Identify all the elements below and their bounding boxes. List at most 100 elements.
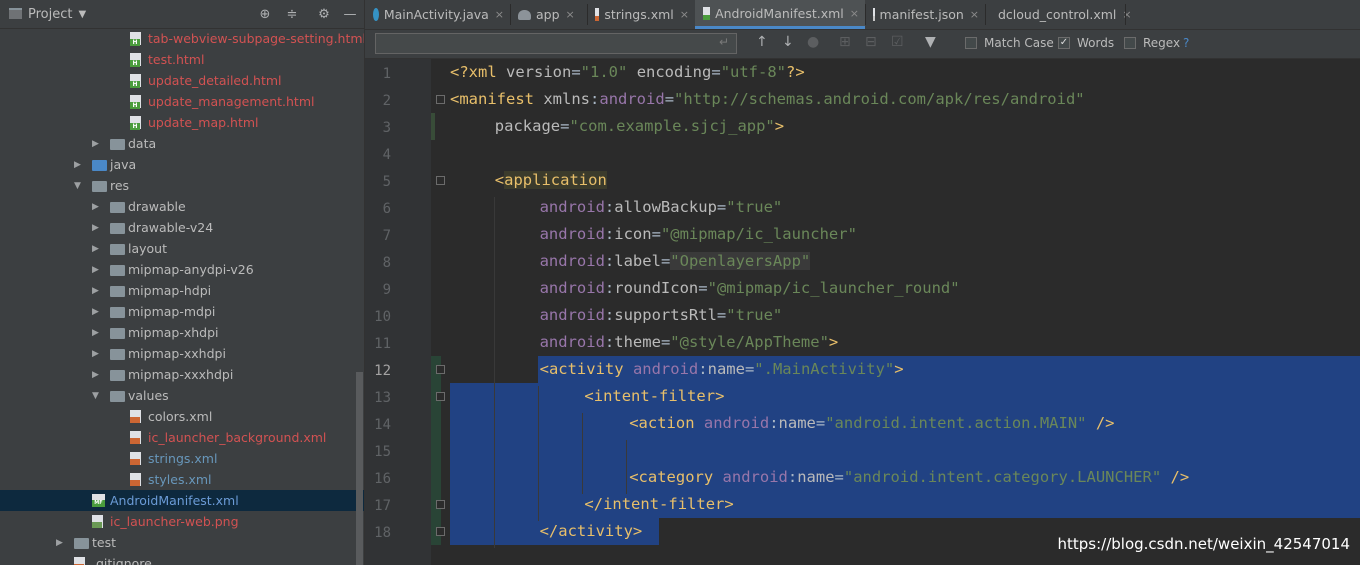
tree-item[interactable]: ▶ mipmap-xxxhdpi bbox=[0, 364, 364, 385]
search-input[interactable] bbox=[375, 33, 737, 54]
chevron-right-icon[interactable]: ▶ bbox=[92, 223, 102, 233]
tree-item[interactable]: ▶ mipmap-mdpi bbox=[0, 301, 364, 322]
locate-target-icon[interactable]: ⊕ bbox=[256, 5, 274, 23]
remove-occurrence-icon[interactable]: ⊟ bbox=[865, 34, 877, 50]
tab-app[interactable]: app × bbox=[510, 0, 587, 29]
find-all-icon[interactable]: ● bbox=[807, 34, 819, 50]
chevron-right-icon[interactable]: ▶ bbox=[92, 244, 102, 254]
match-case-option[interactable]: Match Case bbox=[965, 36, 1054, 50]
chevron-right-icon[interactable]: ▶ bbox=[92, 265, 102, 275]
code-line[interactable]: <manifest xmlns:android="http://schemas.… bbox=[450, 86, 1085, 113]
tree-item[interactable]: ic_launcher-web.png bbox=[0, 511, 364, 532]
tab-manifest-json[interactable]: manifest.json × bbox=[865, 0, 985, 29]
tree-item[interactable]: ▶ drawable bbox=[0, 196, 364, 217]
tree-item[interactable]: ▶ test bbox=[0, 532, 364, 553]
tree-item[interactable]: AndroidManifest.xml bbox=[0, 490, 364, 511]
code-editor[interactable]: 1 2 3 4 5 6 7 8 9 10 11 12 13 14 15 16 17 18 <?xml versio… bbox=[365, 59, 1360, 565]
tree-item[interactable]: test.html bbox=[0, 49, 364, 70]
previous-occurrence-icon[interactable]: ↑ bbox=[756, 34, 768, 50]
code-line[interactable]: <application bbox=[495, 167, 607, 194]
code-line[interactable]: <category android:name="android.intent.c… bbox=[629, 464, 1189, 491]
tree-item[interactable]: strings.xml bbox=[0, 448, 364, 469]
fold-marker-icon[interactable] bbox=[436, 176, 445, 185]
chevron-right-icon[interactable]: ▶ bbox=[92, 202, 102, 212]
chevron-right-icon[interactable]: ▶ bbox=[92, 286, 102, 296]
tree-item[interactable]: ▼ values bbox=[0, 385, 364, 406]
tree-item[interactable]: colors.xml bbox=[0, 406, 364, 427]
gear-icon[interactable]: ⚙ bbox=[315, 5, 333, 23]
code-line[interactable]: android:supportsRtl="true" bbox=[540, 302, 783, 329]
code-line[interactable]: </activity> bbox=[540, 518, 643, 545]
tree-item[interactable]: .gitignore bbox=[0, 553, 364, 565]
chevron-right-icon[interactable]: ▶ bbox=[92, 349, 102, 359]
tree-item[interactable]: styles.xml bbox=[0, 469, 364, 490]
tree-item[interactable]: ▶ data bbox=[0, 133, 364, 154]
regex-help-link[interactable]: ? bbox=[1183, 36, 1189, 50]
tree-item[interactable]: ▶ drawable-v24 bbox=[0, 217, 364, 238]
tree-item[interactable]: ▼ res bbox=[0, 175, 364, 196]
code-line[interactable]: android:roundIcon="@mipmap/ic_launcher_r… bbox=[540, 275, 960, 302]
tab-dcloud-control-xml[interactable]: dcloud_control.xml × bbox=[985, 0, 1132, 29]
select-all-occurrences-icon[interactable]: ☑ bbox=[891, 34, 904, 50]
fold-marker-icon[interactable] bbox=[436, 95, 445, 104]
code-line[interactable]: <?xml version="1.0" encoding="utf-8"?> bbox=[450, 59, 805, 86]
fold-marker-icon[interactable] bbox=[436, 392, 445, 401]
chevron-down-icon[interactable]: ▼ bbox=[78, 9, 86, 20]
chevron-right-icon[interactable]: ▶ bbox=[92, 139, 102, 149]
tree-item[interactable]: update_detailed.html bbox=[0, 70, 364, 91]
tree-item[interactable]: ▶ mipmap-xhdpi bbox=[0, 322, 364, 343]
code-token: "1.0" bbox=[580, 63, 628, 81]
tree-item[interactable]: ▶ mipmap-anydpi-v26 bbox=[0, 259, 364, 280]
tree-item[interactable]: update_management.html bbox=[0, 91, 364, 112]
code-line[interactable]: android:icon="@mipmap/ic_launcher" bbox=[540, 221, 857, 248]
tree-item[interactable]: ▶ java bbox=[0, 154, 364, 175]
fold-marker-icon[interactable] bbox=[436, 365, 445, 374]
chevron-right-icon[interactable]: ▶ bbox=[56, 538, 66, 548]
change-marker[interactable] bbox=[431, 113, 435, 140]
code-line[interactable]: package="com.example.sjcj_app"> bbox=[495, 113, 784, 140]
tree-item[interactable]: ▶ mipmap-xxhdpi bbox=[0, 343, 364, 364]
code-line[interactable]: </intent-filter> bbox=[584, 491, 733, 518]
fold-marker-icon[interactable] bbox=[436, 500, 445, 509]
match-case-checkbox[interactable] bbox=[965, 37, 977, 49]
tree-item[interactable]: update_map.html bbox=[0, 112, 364, 133]
filter-icon[interactable]: ▼ bbox=[925, 34, 936, 50]
code-line[interactable]: <action android:name="android.intent.act… bbox=[629, 410, 1114, 437]
tree-item[interactable]: ▶ layout bbox=[0, 238, 364, 259]
project-view-selector[interactable]: Project bbox=[28, 7, 72, 22]
regex-option[interactable]: Regex bbox=[1124, 36, 1180, 50]
next-occurrence-icon[interactable]: ↓ bbox=[782, 34, 794, 50]
chevron-down-icon[interactable]: ▼ bbox=[74, 181, 84, 191]
code-line[interactable]: android:theme="@style/AppTheme"> bbox=[540, 329, 839, 356]
close-icon[interactable]: × bbox=[680, 8, 689, 21]
close-icon[interactable]: × bbox=[566, 8, 575, 21]
tree-item[interactable]: ic_launcher_background.xml bbox=[0, 427, 364, 448]
code-line[interactable]: android:label="OpenlayersApp" bbox=[540, 248, 811, 275]
words-checkbox[interactable]: ✓ bbox=[1058, 37, 1070, 49]
code-line[interactable]: android:allowBackup="true" bbox=[540, 194, 783, 221]
tab-androidmanifest-xml[interactable]: AndroidManifest.xml × bbox=[695, 0, 865, 29]
minimize-icon[interactable]: — bbox=[341, 5, 359, 23]
fold-marker-icon[interactable] bbox=[436, 527, 445, 536]
chevron-right-icon[interactable]: ▶ bbox=[92, 370, 102, 380]
sidebar-scrollbar[interactable] bbox=[356, 372, 363, 565]
close-icon[interactable]: × bbox=[850, 7, 859, 20]
close-icon[interactable]: × bbox=[1122, 8, 1131, 21]
chevron-right-icon[interactable]: ▶ bbox=[92, 328, 102, 338]
tree-item[interactable]: ▶ mipmap-hdpi bbox=[0, 280, 364, 301]
tab-strings-xml[interactable]: strings.xml × bbox=[587, 0, 695, 29]
tab-mainactivity-java[interactable]: MainActivity.java × bbox=[365, 0, 510, 29]
change-marker[interactable] bbox=[431, 356, 441, 545]
code-line[interactable]: <activity android:name=".MainActivity"> bbox=[540, 356, 904, 383]
chevron-right-icon[interactable]: ▶ bbox=[92, 307, 102, 317]
close-icon[interactable]: × bbox=[970, 8, 979, 21]
words-option[interactable]: ✓ Words bbox=[1058, 36, 1114, 50]
chevron-right-icon[interactable]: ▶ bbox=[74, 160, 84, 170]
close-icon[interactable]: × bbox=[495, 8, 504, 21]
chevron-down-icon[interactable]: ▼ bbox=[92, 391, 102, 401]
add-occurrence-icon[interactable]: ⊞ bbox=[839, 34, 851, 50]
regex-checkbox[interactable] bbox=[1124, 37, 1136, 49]
collapse-all-icon[interactable]: ≑ bbox=[283, 5, 301, 23]
code-line[interactable]: <intent-filter> bbox=[584, 383, 724, 410]
tree-item[interactable]: tab-webview-subpage-setting.html bbox=[0, 28, 364, 49]
